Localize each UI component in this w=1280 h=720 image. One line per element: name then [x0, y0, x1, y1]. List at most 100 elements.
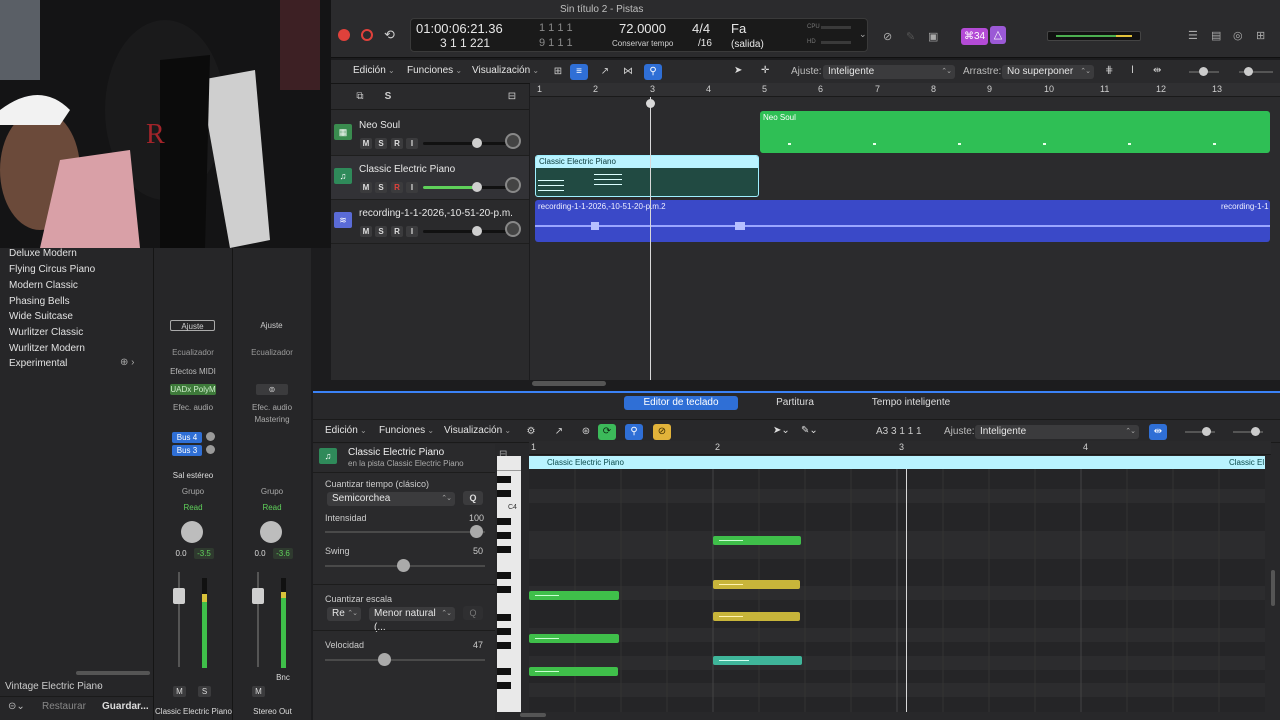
- black-key[interactable]: [497, 668, 511, 675]
- track-recording[interactable]: ≋ recording-1-1-2026,-10-51-20-p.m. M S …: [331, 200, 529, 244]
- send-bus-3[interactable]: Bus 3: [172, 445, 202, 456]
- velocity-slider[interactable]: [325, 659, 485, 661]
- playhead[interactable]: [650, 97, 651, 380]
- region-neo-soul[interactable]: Neo Soul: [760, 111, 1270, 153]
- black-key[interactable]: [497, 490, 511, 497]
- black-key[interactable]: [497, 532, 511, 539]
- zoom-slider-v-knob[interactable]: [1199, 67, 1208, 76]
- track-neo-soul[interactable]: ▦ Neo Soul M S R I: [331, 112, 529, 156]
- zoom-slider-h-knob[interactable]: [1244, 67, 1253, 76]
- list-view-icon[interactable]: ≡: [570, 64, 588, 80]
- arrange-area[interactable]: 1 2 3 4 5 6 7 8 9 10 11 12 13 Neo Soul C…: [530, 83, 1280, 386]
- tab-piano-roll[interactable]: Editor de teclado: [624, 396, 738, 410]
- snap-select[interactable]: Inteligente: [823, 65, 955, 79]
- black-key[interactable]: [497, 628, 511, 635]
- pointer-tool-icon[interactable]: ➤: [734, 65, 742, 76]
- volume-knob[interactable]: [472, 226, 482, 236]
- solo-button[interactable]: S: [375, 138, 387, 149]
- edit-menu[interactable]: Edición: [353, 65, 395, 76]
- fit-icon[interactable]: ⇹: [1149, 424, 1167, 440]
- marquee-tool-icon[interactable]: ✛: [761, 65, 769, 76]
- view-menu[interactable]: Visualización: [472, 65, 539, 76]
- swing-knob[interactable]: [397, 559, 410, 572]
- quantize-button[interactable]: Q: [463, 491, 483, 505]
- input-monitor-button[interactable]: I: [406, 182, 418, 193]
- library-item[interactable]: Wurlitzer Classic: [9, 327, 83, 338]
- setting-button[interactable]: Ajuste: [170, 320, 215, 331]
- functions-menu[interactable]: Funciones: [407, 65, 462, 76]
- midi-note[interactable]: [713, 656, 802, 665]
- count-in-icon[interactable]: ▣: [928, 30, 938, 43]
- notepad-icon[interactable]: ▤: [1211, 29, 1221, 42]
- key-command-badge[interactable]: ⌘34: [961, 28, 989, 45]
- bar-ruler[interactable]: 1 2 3 4 5 6 7 8 9 10 11 12 13: [530, 83, 1280, 97]
- mastering-slot[interactable]: Mastering: [245, 414, 299, 425]
- scale-quantize-button[interactable]: Q: [463, 606, 483, 620]
- browser-icon[interactable]: ⊞: [1256, 29, 1265, 42]
- fader-cap[interactable]: [252, 588, 264, 604]
- solo-button[interactable]: S: [375, 182, 387, 193]
- edit-menu[interactable]: Edición: [325, 425, 367, 436]
- fader-cap[interactable]: [173, 588, 185, 604]
- send-bus-4[interactable]: Bus 4: [172, 432, 202, 443]
- record-button[interactable]: [361, 29, 373, 41]
- add-track-icon[interactable]: ⊟: [503, 89, 521, 105]
- midi-note[interactable]: [529, 591, 619, 600]
- quantize-select[interactable]: Semicorchea: [327, 492, 455, 506]
- scale-root-select[interactable]: Re: [327, 607, 361, 621]
- mute-button[interactable]: M: [360, 182, 372, 193]
- piano-roll-region-bar[interactable]: Classic Electric Piano Classic El: [529, 456, 1265, 469]
- horizontal-scrollbar[interactable]: [532, 381, 606, 386]
- black-key[interactable]: [497, 546, 511, 553]
- pencil-tool-icon[interactable]: ✎⌄: [801, 425, 818, 436]
- duplicate-track-icon[interactable]: ⧉: [351, 89, 369, 105]
- midi-note[interactable]: [529, 634, 619, 643]
- channel-name[interactable]: Stereo Out: [233, 706, 312, 717]
- library-item-folder[interactable]: Experimental: [9, 358, 67, 369]
- snap-select[interactable]: Inteligente: [975, 425, 1139, 439]
- pan-knob[interactable]: [505, 133, 521, 149]
- channel-name[interactable]: Classic Electric Piano: [154, 706, 233, 717]
- fit-icon[interactable]: ⇹: [1153, 65, 1161, 76]
- library-item[interactable]: Wurlitzer Modern: [9, 343, 85, 354]
- save-button[interactable]: Guardar...: [102, 701, 149, 712]
- eq-button[interactable]: Ecualizador: [166, 347, 220, 358]
- catch-icon[interactable]: ⚲: [644, 64, 662, 80]
- fader-track[interactable]: [257, 572, 259, 667]
- audio-fx-slot[interactable]: Efec. audio: [166, 402, 220, 413]
- black-key[interactable]: [497, 642, 511, 649]
- waveform-zoom-icon[interactable]: ⋕: [1105, 65, 1113, 76]
- record-enable-button[interactable]: R: [391, 138, 403, 149]
- volume-knob[interactable]: [472, 182, 482, 192]
- send-knob[interactable]: [206, 445, 215, 454]
- roll-scrollbar-v[interactable]: [1271, 570, 1275, 606]
- library-item[interactable]: Wide Suitcase: [9, 311, 73, 322]
- fader-track[interactable]: [178, 572, 180, 667]
- intensity-knob[interactable]: [470, 525, 483, 538]
- chevron-down-icon[interactable]: ⌄: [859, 29, 867, 40]
- volume-slider[interactable]: [423, 230, 513, 233]
- vertical-zoom-icon[interactable]: Ⅰ: [1131, 65, 1134, 76]
- midi-note[interactable]: [713, 536, 801, 545]
- mute-button[interactable]: M: [360, 226, 372, 237]
- black-key[interactable]: [497, 572, 511, 579]
- solo-button[interactable]: S: [198, 686, 211, 697]
- intensity-slider[interactable]: [325, 531, 485, 533]
- solo-icon[interactable]: ⊘: [883, 30, 892, 43]
- automation-icon[interactable]: ↗: [596, 64, 614, 80]
- black-key[interactable]: [497, 682, 511, 689]
- pan-knob[interactable]: [260, 521, 282, 543]
- grid-icon[interactable]: ⊞: [549, 64, 567, 80]
- black-key[interactable]: [497, 518, 511, 525]
- metronome-icon[interactable]: △: [990, 26, 1006, 44]
- loops-icon[interactable]: ◎: [1233, 29, 1243, 42]
- mute-button[interactable]: M: [173, 686, 186, 697]
- restore-button[interactable]: Restaurar: [42, 701, 86, 712]
- pan-knob[interactable]: [181, 521, 203, 543]
- mute-button[interactable]: M: [252, 686, 265, 697]
- collapse-icon[interactable]: ⟳: [598, 424, 616, 440]
- pan-knob[interactable]: [505, 221, 521, 237]
- settings-icon[interactable]: ⊝⌄: [8, 701, 25, 712]
- flex-icon[interactable]: ⋈: [619, 64, 637, 80]
- lcd-display[interactable]: 01:00:06:21.36 3 1 1 221 1 1 1 1 9 1 1 1…: [410, 18, 868, 52]
